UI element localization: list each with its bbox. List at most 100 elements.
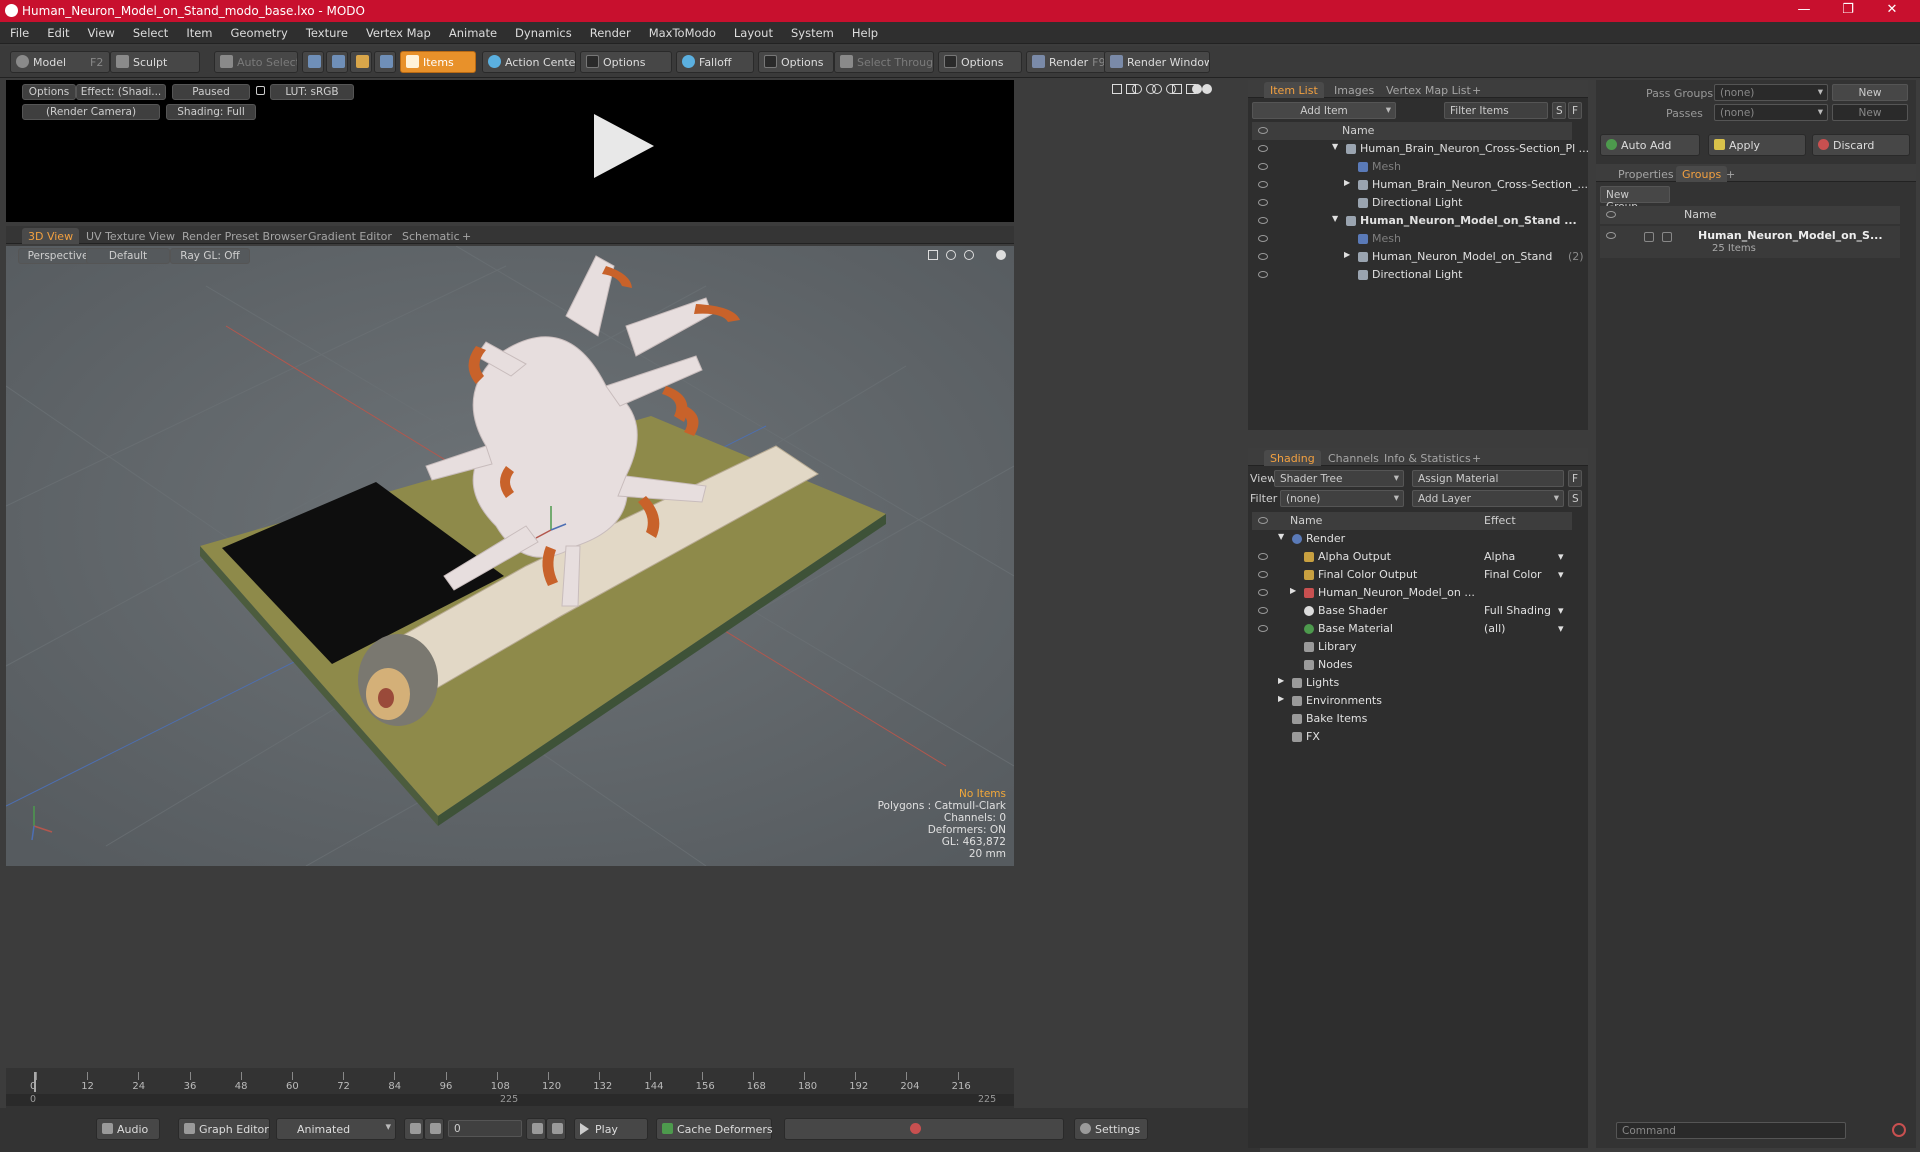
action-center-button[interactable]: Action Center [482, 51, 576, 73]
graph-editor-button[interactable]: Graph Editor [178, 1118, 270, 1140]
view-dropdown[interactable]: Shader Tree [1274, 470, 1404, 487]
select-through-options-button[interactable]: Options [938, 51, 1022, 73]
preview-maximize-icon[interactable] [1186, 84, 1196, 94]
group-checkbox-a[interactable] [1644, 232, 1654, 242]
shader-effect-dropdown[interactable]: Final Color [1484, 568, 1542, 581]
new-pass-group-button[interactable]: New [1832, 84, 1908, 101]
menu-geometry[interactable]: Geometry [221, 22, 296, 40]
shader-row[interactable]: ▶ Lights [1252, 674, 1572, 692]
item-row[interactable]: ▼ Human_Neuron_Model_on_Stand ... [1252, 212, 1577, 230]
3d-viewport[interactable]: Perspective Default Ray GL: Off No Items… [6, 246, 1014, 866]
auto-add-button[interactable]: Auto Add [1600, 134, 1700, 156]
viewport-pan-icon[interactable] [928, 250, 938, 260]
preview-options-button[interactable]: Options [22, 84, 76, 100]
item-row[interactable]: Directional Light [1252, 266, 1572, 284]
viewport-zoom-icon[interactable] [964, 250, 974, 260]
close-button[interactable]: ✕ [1872, 2, 1912, 17]
menu-edit[interactable]: Edit [37, 22, 77, 40]
shader-row[interactable]: Final Color Output Final Color ▾ [1252, 566, 1572, 584]
range-bar[interactable]: 0 225 225 [6, 1094, 1014, 1106]
shading-f-button[interactable]: F [1568, 470, 1582, 487]
animated-dropdown[interactable]: Animated [276, 1118, 396, 1140]
chevron-down-icon[interactable]: ▾ [1558, 550, 1564, 563]
shader-row[interactable]: ▶ Environments [1252, 692, 1572, 710]
shader-row[interactable]: FX [1252, 728, 1572, 746]
filter-s-button[interactable]: S [1552, 102, 1566, 119]
discard-button[interactable]: Discard [1812, 134, 1910, 156]
tab-images[interactable]: Images [1328, 82, 1380, 98]
group-visibility-icon[interactable] [1606, 232, 1616, 239]
play-button[interactable]: Play [574, 1118, 648, 1140]
group-row[interactable]: Human_Neuron_Model_on_S... 25 Items [1600, 226, 1900, 258]
tab-item-list[interactable]: Item List [1264, 82, 1324, 98]
prev-frame-button[interactable] [424, 1118, 444, 1140]
pan-icon[interactable] [1112, 84, 1122, 94]
items-mode-button[interactable]: Items [400, 51, 476, 73]
tab-info-statistics[interactable]: Info & Statistics [1378, 450, 1477, 466]
record-icon[interactable] [910, 1123, 921, 1134]
menu-render[interactable]: Render [580, 22, 639, 40]
materials-mode-button[interactable] [374, 51, 396, 73]
shader-effect-dropdown[interactable]: Full Shading [1484, 604, 1551, 617]
shader-effect-dropdown[interactable]: Alpha [1484, 550, 1515, 563]
render-window-button[interactable]: Render Window [1104, 51, 1210, 73]
next-frame-button[interactable] [526, 1118, 546, 1140]
preview-paused-button[interactable]: Paused [172, 84, 250, 100]
new-group-button[interactable]: New Group [1600, 186, 1670, 213]
preview-pan-icon[interactable] [1126, 84, 1136, 94]
menu-select[interactable]: Select [123, 22, 176, 40]
chevron-down-icon[interactable]: ▾ [1558, 604, 1564, 617]
chevron-down-icon[interactable]: ▾ [1558, 622, 1564, 635]
vertices-mode-button[interactable] [302, 51, 324, 73]
tab-render-preset-browser[interactable]: Render Preset Browser [176, 228, 313, 244]
preview-lut-dropdown[interactable]: LUT: sRGB [270, 84, 354, 100]
first-frame-button[interactable] [404, 1118, 424, 1140]
lock-icon[interactable] [256, 86, 265, 95]
add-tab-icon[interactable]: + [1466, 82, 1487, 98]
menu-texture[interactable]: Texture [296, 22, 356, 40]
menu-help[interactable]: Help [842, 22, 886, 40]
select-through-button[interactable]: Select Through [834, 51, 934, 73]
add-tab-icon[interactable]: + [1466, 450, 1487, 466]
menu-layout[interactable]: Layout [724, 22, 781, 40]
preview-camera-dropdown[interactable]: (Render Camera) [22, 104, 160, 120]
tab-vertex-map-list[interactable]: Vertex Map List [1380, 82, 1477, 98]
cache-deformers-button[interactable]: Cache Deformers [656, 1118, 773, 1140]
menu-dynamics[interactable]: Dynamics [505, 22, 580, 40]
visibility-eye-icon[interactable] [1258, 571, 1268, 578]
pass-groups-dropdown[interactable]: (none) [1714, 84, 1828, 101]
visibility-eye-icon[interactable] [1258, 625, 1268, 632]
preview-effect-dropdown[interactable]: Effect: (Shadi... [76, 84, 166, 100]
item-row[interactable]: Directional Light [1252, 194, 1572, 212]
maximize-button[interactable]: ❐ [1828, 2, 1868, 17]
tab-properties[interactable]: Properties [1612, 166, 1680, 182]
polygons-mode-button[interactable] [350, 51, 372, 73]
visibility-eye-icon[interactable] [1258, 199, 1268, 206]
action-center-options-button[interactable]: Options [580, 51, 672, 73]
shader-row[interactable]: ▶ Human_Neuron_Model_on ... [1252, 584, 1572, 602]
model-mode-button[interactable]: Model F2 [10, 51, 110, 73]
expand-toggle-icon[interactable]: ▶ [1344, 250, 1350, 259]
expand-toggle-icon[interactable]: ▶ [1290, 586, 1296, 595]
frame-input[interactable]: 0 [448, 1120, 522, 1137]
add-tab-icon[interactable]: + [456, 228, 477, 244]
item-row[interactable]: ▶ Human_Neuron_Model_on_Stand (2) [1252, 248, 1584, 266]
passes-dropdown[interactable]: (none) [1714, 104, 1828, 121]
falloff-button[interactable]: Falloff [676, 51, 754, 73]
chevron-down-icon[interactable]: ▾ [1558, 568, 1564, 581]
viewport-rotate-icon[interactable] [946, 250, 956, 260]
visibility-eye-icon[interactable] [1258, 163, 1268, 170]
command-input[interactable]: Command [1616, 1122, 1846, 1139]
shader-row[interactable]: Base Material (all) ▾ [1252, 620, 1572, 638]
visibility-eye-icon[interactable] [1258, 589, 1268, 596]
menu-animate[interactable]: Animate [439, 22, 505, 40]
filter-items-input[interactable]: Filter Items [1444, 102, 1548, 119]
apply-button[interactable]: Apply [1708, 134, 1806, 156]
preview-rotate-icon[interactable] [1146, 84, 1156, 94]
visibility-eye-icon[interactable] [1258, 271, 1268, 278]
shader-row[interactable]: Alpha Output Alpha ▾ [1252, 548, 1572, 566]
falloff-options-button[interactable]: Options [758, 51, 834, 73]
play-icon[interactable] [594, 114, 654, 178]
menu-vertex-map[interactable]: Vertex Map [356, 22, 439, 40]
tab-uv-texture-view[interactable]: UV Texture View [80, 228, 181, 244]
